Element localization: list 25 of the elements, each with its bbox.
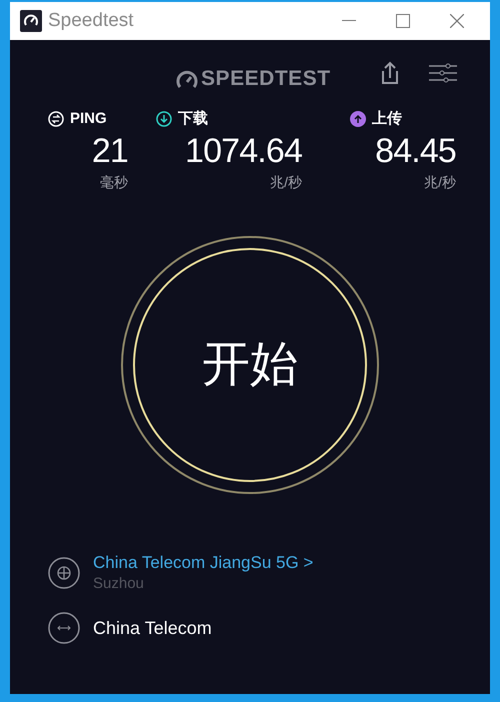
settings-button[interactable] — [428, 62, 458, 84]
connection-icon — [48, 612, 80, 644]
stat-label: 上传 — [372, 109, 402, 129]
maximize-icon — [396, 14, 410, 28]
gauge-icon — [176, 68, 198, 89]
stat-value: 21 — [92, 130, 128, 170]
start-button[interactable]: 开始 — [121, 236, 379, 494]
share-icon — [380, 61, 400, 85]
stat-value: 84.45 — [375, 130, 456, 170]
server-link[interactable]: China Telecom JiangSu 5G > — [93, 552, 314, 574]
server-location: Suzhou — [93, 574, 145, 594]
app-logo-icon — [20, 10, 42, 32]
globe-icon — [48, 557, 80, 589]
speedtest-logo: SPEEDTEST — [201, 66, 331, 92]
stat-unit: 兆/秒 — [270, 172, 302, 190]
stat-unit: 兆/秒 — [424, 172, 456, 190]
provider-name: China Telecom — [93, 616, 212, 640]
stat-unit: 毫秒 — [100, 172, 128, 190]
stat-label: PING — [70, 109, 107, 129]
close-icon — [450, 14, 464, 28]
window-title: Speedtest — [48, 8, 134, 33]
stat-label: 下载 — [178, 109, 208, 129]
sliders-icon — [429, 63, 457, 83]
stat-value: 1074.64 — [185, 130, 302, 170]
minimize-icon — [342, 20, 356, 22]
